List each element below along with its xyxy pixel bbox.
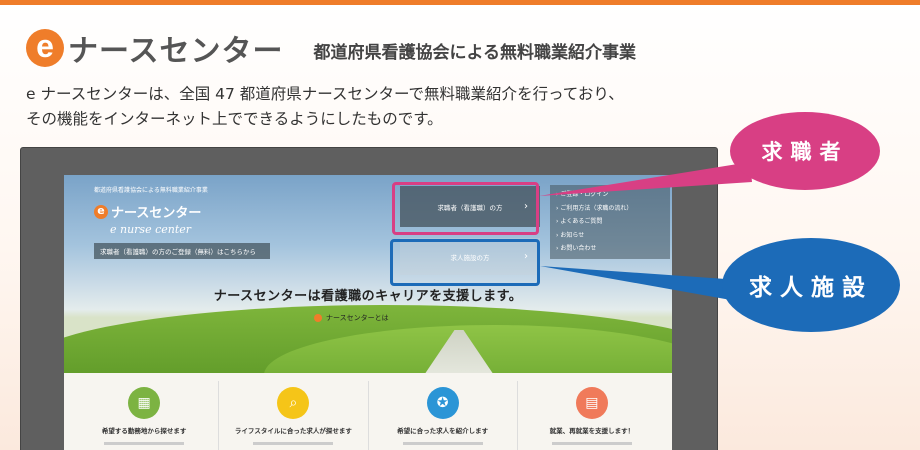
blue-callout-pointer <box>540 266 742 302</box>
highlight-facility <box>390 239 540 286</box>
pink-callout-pointer <box>539 162 752 196</box>
callout-facility: 求人施設 <box>722 238 900 332</box>
highlight-job-seeker <box>392 182 539 235</box>
callout-job-seeker: 求職者 <box>730 112 880 190</box>
